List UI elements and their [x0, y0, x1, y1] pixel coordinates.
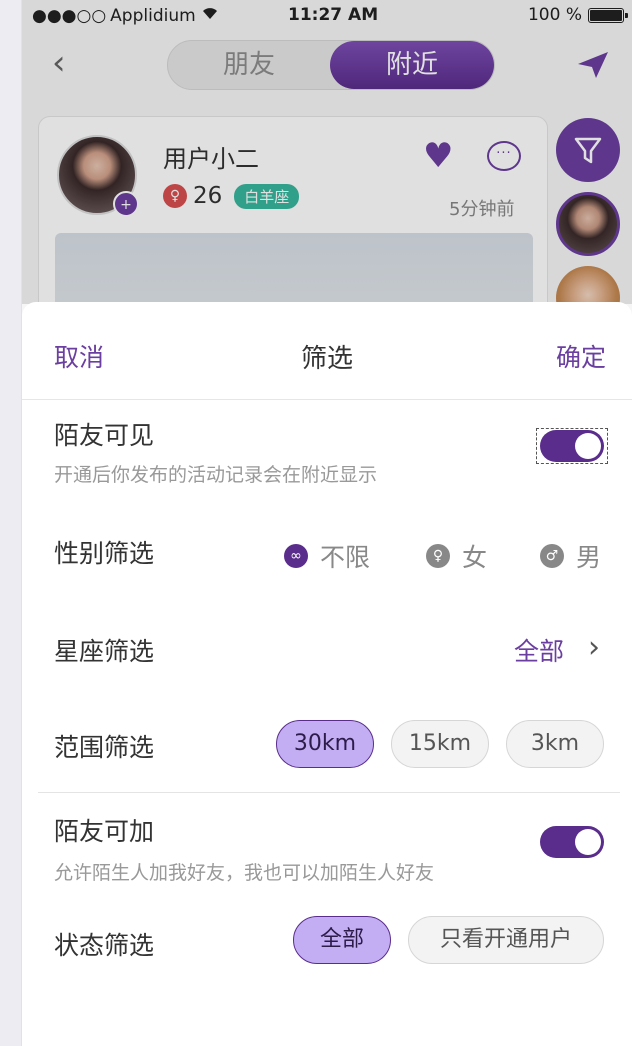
gender-option-female[interactable]: ♀ 女 — [426, 538, 487, 574]
dim-overlay[interactable] — [22, 0, 632, 304]
range-option-30km[interactable]: 30km — [276, 720, 374, 768]
gender-option-label: 女 — [462, 543, 488, 572]
range-option-15km[interactable]: 15km — [391, 720, 489, 768]
visible-toggle[interactable] — [540, 430, 604, 462]
state-option-all[interactable]: 全部 — [293, 916, 391, 964]
visible-description: 开通后你发布的活动记录会在附近显示 — [54, 464, 378, 486]
confirm-button[interactable]: 确定 — [556, 338, 606, 374]
addable-toggle[interactable] — [540, 826, 604, 858]
range-option-3km[interactable]: 3km — [506, 720, 604, 768]
gender-label: 性别筛选 — [54, 539, 155, 568]
visible-label: 陌友可见 — [54, 421, 155, 450]
filter-sheet: 筛选 取消 确定 陌友可见 开通后你发布的活动记录会在附近显示 性别筛选 ∞ 不… — [22, 302, 632, 1046]
gender-option-male[interactable]: ♂ 男 — [540, 538, 601, 574]
toggle-knob — [575, 433, 601, 459]
range-label: 范围筛选 — [54, 733, 155, 762]
addable-description: 允许陌生人加我好友，我也可以加陌生人好友 — [54, 862, 435, 884]
left-margin — [0, 0, 22, 1046]
state-label: 状态筛选 — [54, 931, 155, 960]
cancel-button[interactable]: 取消 — [54, 338, 104, 374]
gender-option-label: 男 — [576, 543, 602, 572]
female-icon: ♀ — [426, 544, 450, 568]
infinity-icon: ∞ — [284, 544, 308, 568]
gender-option-label: 不限 — [320, 543, 371, 572]
state-option-activated[interactable]: 只看开通用户 — [408, 916, 604, 964]
zodiac-filter-label: 星座筛选 — [54, 637, 155, 666]
addable-label: 陌友可加 — [54, 817, 155, 846]
male-icon: ♂ — [540, 544, 564, 568]
toggle-knob — [575, 829, 601, 855]
gender-option-any[interactable]: ∞ 不限 — [284, 538, 370, 574]
chevron-right-icon[interactable]: › — [588, 630, 600, 665]
zodiac-filter-value[interactable]: 全部 — [514, 632, 564, 668]
section-divider — [38, 792, 620, 793]
sheet-header: 筛选 取消 确定 — [22, 302, 632, 400]
sheet-title: 筛选 — [300, 344, 353, 374]
phone-screen: ●●●○○ Applidium 11:27 AM 100 % ‹ 朋友 附近 +… — [22, 0, 632, 1046]
